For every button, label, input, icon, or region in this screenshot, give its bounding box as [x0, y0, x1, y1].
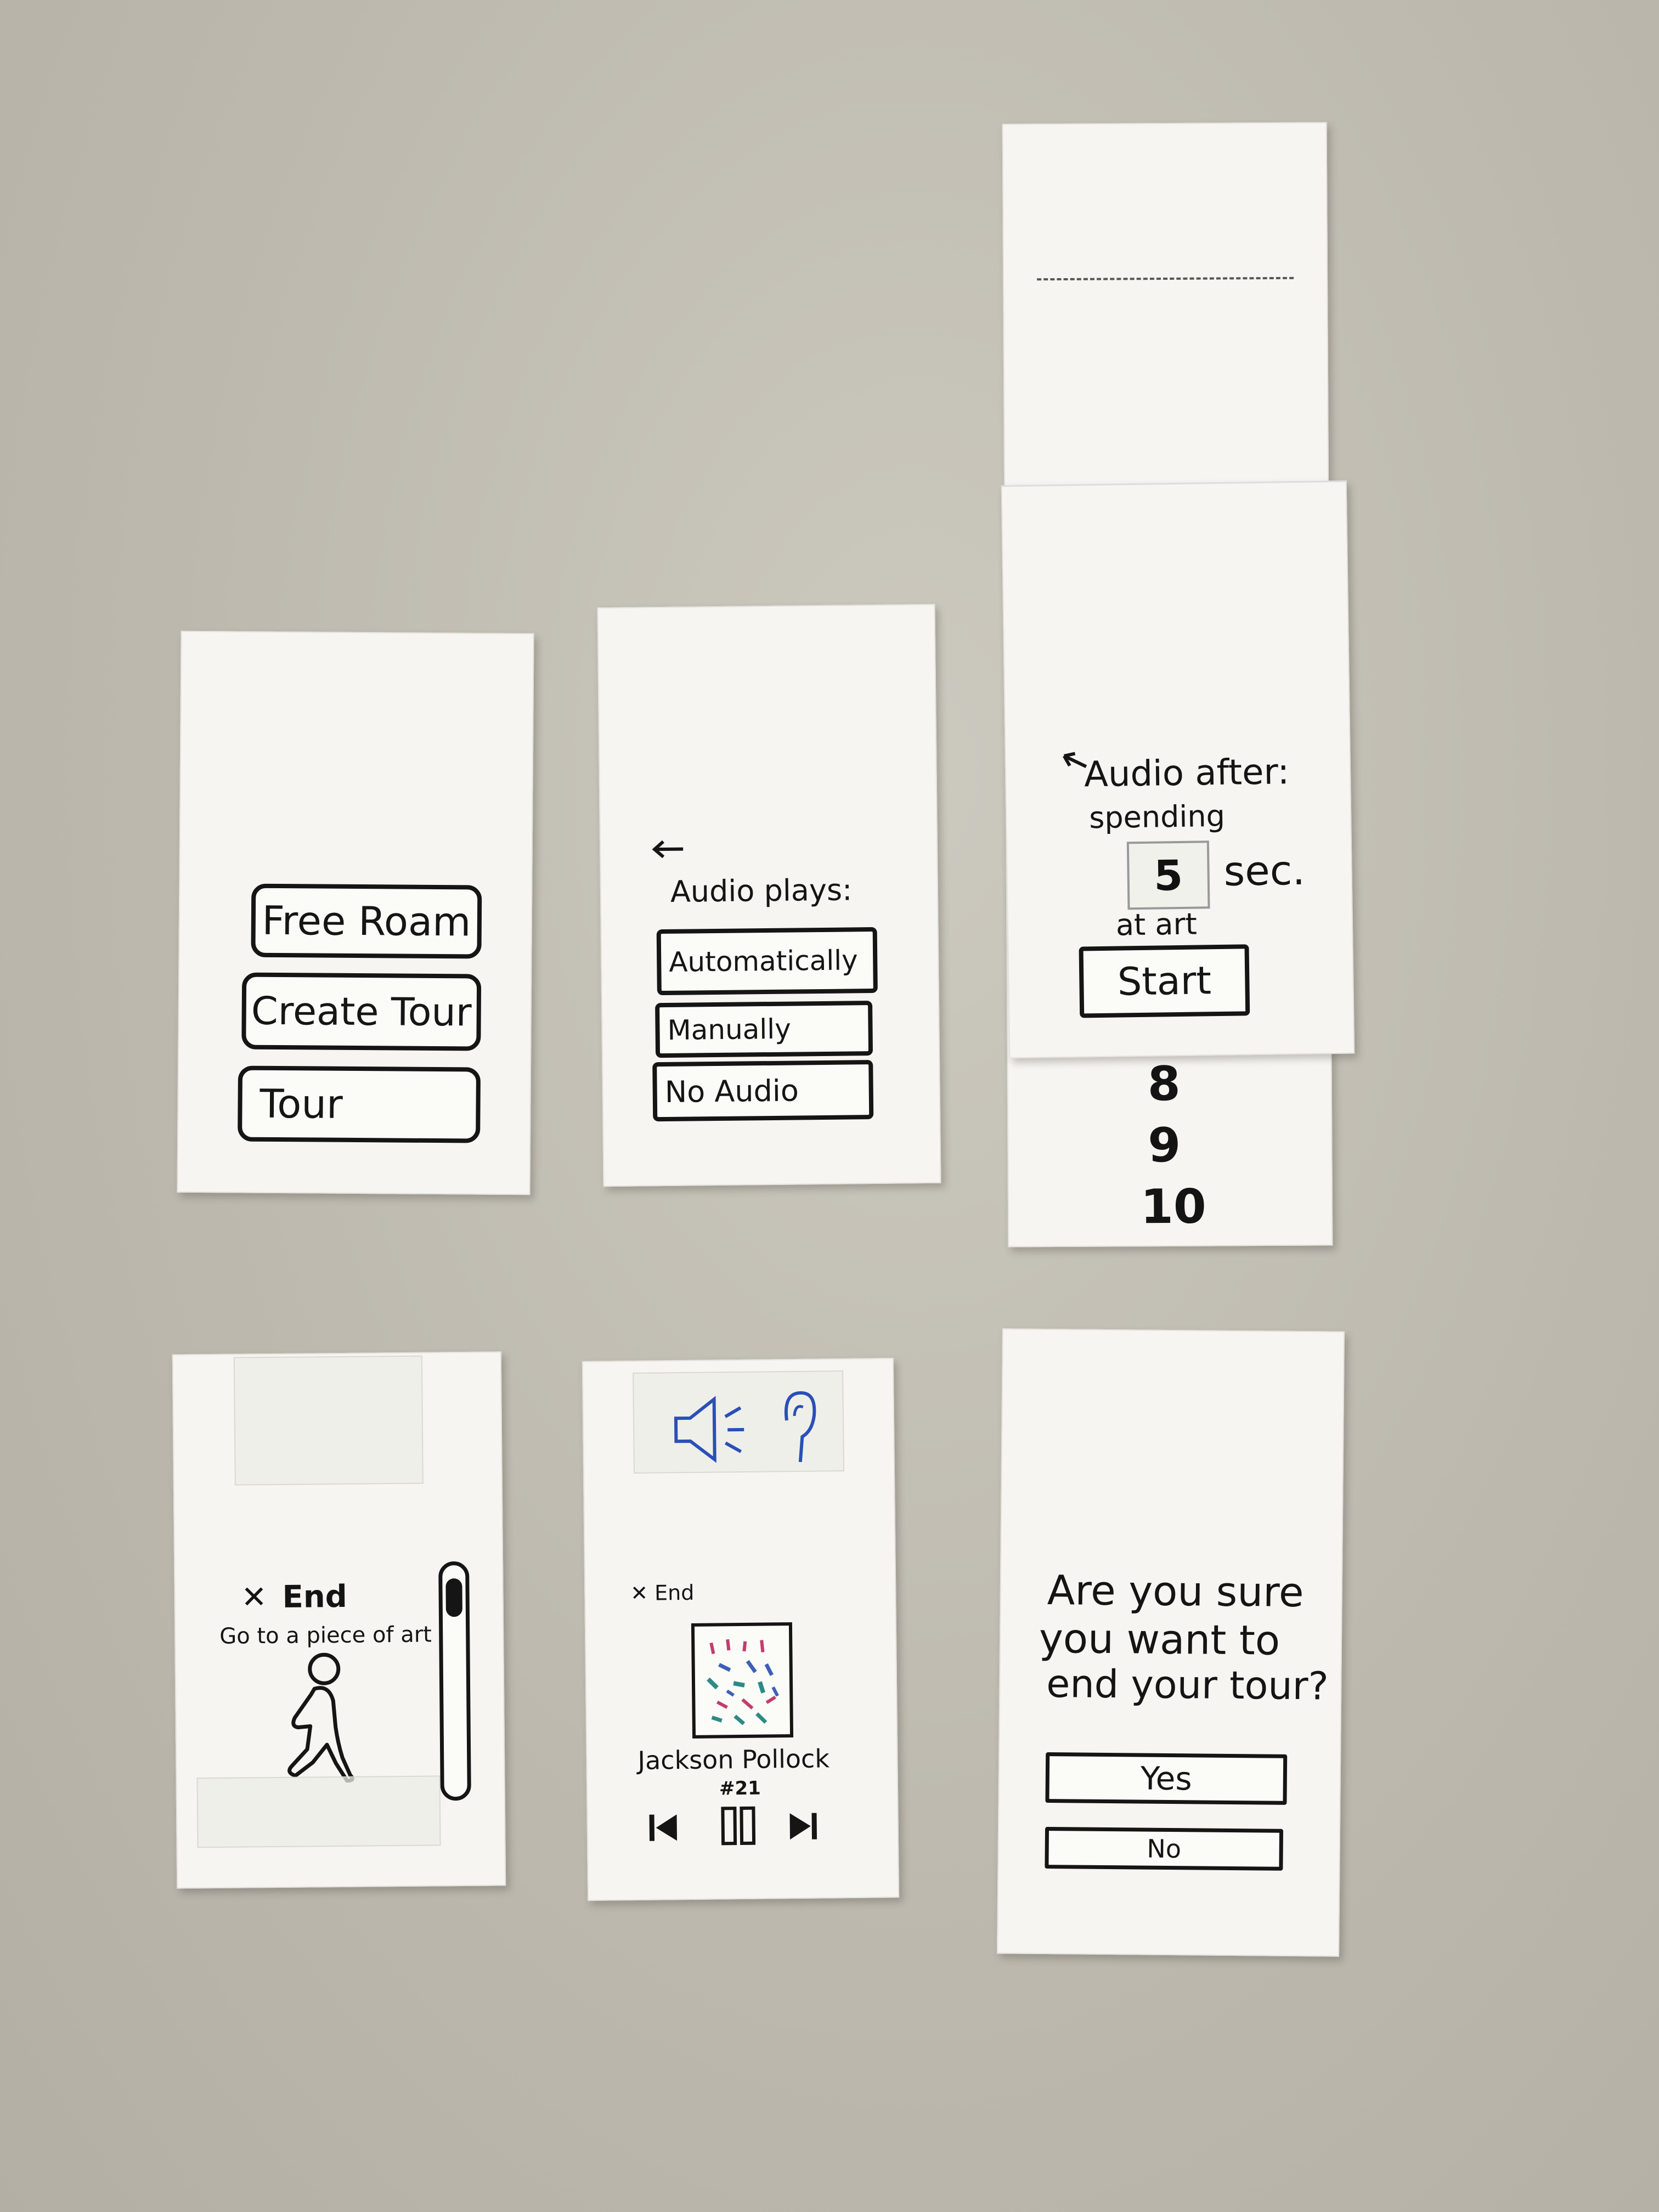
pause-icon[interactable]: [719, 1805, 758, 1847]
fold-line: [1037, 276, 1294, 281]
end-close-button[interactable]: ✕ End: [630, 1581, 695, 1605]
audio-settings-card: Audio plays: Automatically Manually No A…: [597, 603, 941, 1187]
spending-label: spending: [1088, 798, 1226, 836]
tape-top: [233, 1355, 424, 1486]
artwork-image: [707, 1639, 779, 1725]
artwork-title: #21: [719, 1777, 761, 1800]
artist-name: Jackson Pollock: [637, 1743, 830, 1775]
ear-icon[interactable]: [775, 1387, 820, 1470]
player-screen-card: ✕ End Jackson Pollock #21: [582, 1358, 900, 1901]
back-arrow-icon[interactable]: [650, 838, 689, 861]
previous-icon[interactable]: [647, 1811, 680, 1844]
confirm-question-line2: you want to: [1039, 1615, 1280, 1664]
automatically-option[interactable]: Automatically: [656, 927, 878, 996]
speaker-icon[interactable]: [672, 1393, 754, 1466]
next-icon[interactable]: [786, 1810, 820, 1843]
navigate-screen-card: ✕ End Go to a piece of art: [172, 1351, 506, 1889]
create-tour-button[interactable]: Create Tour: [241, 972, 482, 1051]
picker-value-8: 8: [1147, 1056, 1181, 1112]
confirm-question-line3: end your tour?: [1046, 1661, 1329, 1709]
yes-button[interactable]: Yes: [1045, 1752, 1288, 1805]
go-to-art-instruction: Go to a piece of art: [219, 1622, 432, 1649]
close-icon: ✕: [241, 1579, 267, 1616]
scroll-slider[interactable]: [438, 1561, 471, 1801]
start-button[interactable]: Start: [1079, 944, 1250, 1018]
slider-thumb[interactable]: [445, 1578, 462, 1617]
no-audio-option[interactable]: No Audio: [652, 1060, 874, 1122]
audio-plays-title: Audio plays:: [670, 872, 853, 909]
seconds-value: 5: [1153, 850, 1183, 900]
end-close-button[interactable]: ✕ End: [241, 1579, 347, 1616]
confirm-end-card: Are you sure you want to end your tour? …: [997, 1328, 1345, 1957]
free-roam-button[interactable]: Free Roam: [251, 883, 482, 959]
no-button[interactable]: No: [1045, 1827, 1284, 1871]
audio-after-label: Audio after:: [1084, 752, 1290, 795]
close-icon: ✕: [630, 1581, 648, 1606]
walking-person-icon: [287, 1652, 354, 1783]
picker-value-9: 9: [1148, 1118, 1181, 1173]
picker-value-10: 10: [1140, 1179, 1206, 1235]
timer-settings-card: Audio after: spending 5 sec. at art Star…: [1001, 480, 1355, 1059]
confirm-question-line1: Are you sure: [1047, 1567, 1304, 1617]
artwork-thumbnail: [691, 1622, 794, 1739]
seconds-input[interactable]: 5: [1126, 840, 1210, 910]
manually-option[interactable]: Manually: [655, 1001, 873, 1058]
at-art-label: at art: [1115, 906, 1198, 943]
seconds-unit: sec.: [1223, 847, 1306, 895]
tape-bottom: [196, 1775, 441, 1848]
home-screen-card: Free Roam Create Tour Tour: [177, 630, 534, 1195]
end-label: End: [654, 1580, 695, 1605]
tour-button[interactable]: Tour: [238, 1065, 481, 1143]
end-label: End: [282, 1578, 348, 1615]
